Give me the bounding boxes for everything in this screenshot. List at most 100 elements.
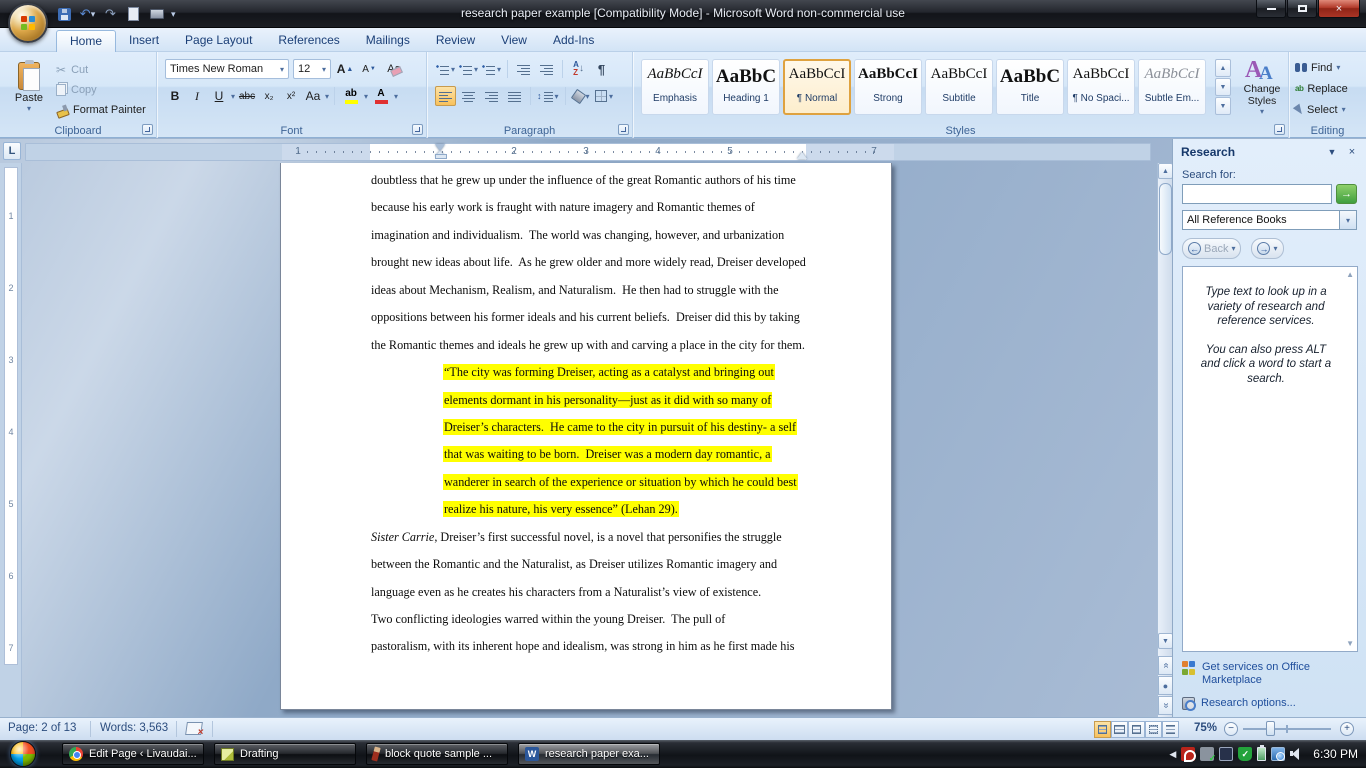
first-line-indent-marker[interactable] xyxy=(435,144,445,151)
decrease-indent-button[interactable] xyxy=(513,59,534,79)
highlighted-text[interactable]: Dreiser’s characters. He came to the cit… xyxy=(443,418,798,435)
font-dialog-launcher[interactable] xyxy=(412,124,423,135)
text-line[interactable]: Sister Carrie, Dreiser’s first successfu… xyxy=(371,530,807,557)
highlighted-text[interactable]: wanderer in search of the experience or … xyxy=(443,473,798,490)
quote-line[interactable]: Dreiser’s characters. He came to the cit… xyxy=(443,418,807,447)
text-line[interactable]: imagination and individualism. The world… xyxy=(371,228,807,255)
text-line[interactable]: between the Romantic and the Naturalist,… xyxy=(371,557,807,584)
paragraph-dialog-launcher[interactable] xyxy=(618,124,629,135)
ribbon-tab[interactable]: View xyxy=(488,30,540,52)
pane-close-icon[interactable]: × xyxy=(1344,144,1360,160)
zoom-out-button[interactable]: − xyxy=(1224,722,1238,736)
paste-dropdown-icon[interactable]: ▾ xyxy=(7,104,51,113)
multilevel-list-button[interactable]: ▾ xyxy=(481,59,502,79)
taskbar-button[interactable]: Drafting xyxy=(214,743,356,765)
font-family-combo[interactable]: Times New Roman ▾ xyxy=(165,59,289,79)
quick-print-icon[interactable] xyxy=(148,6,165,23)
styles-scroll-down-icon[interactable]: ▼ xyxy=(1215,78,1231,96)
word-count[interactable]: Words: 3,563 xyxy=(100,722,168,734)
style-tile[interactable]: AaBbC Title xyxy=(996,59,1064,115)
scroll-down-icon[interactable]: ▼ xyxy=(1158,633,1173,649)
style-tile[interactable]: AaBbCcI ¶ Normal xyxy=(783,59,851,115)
start-button[interactable] xyxy=(10,741,36,767)
print-layout-view-button[interactable] xyxy=(1094,721,1111,738)
underline-button[interactable]: U xyxy=(209,86,229,106)
office-button[interactable] xyxy=(8,3,48,43)
styles-dialog-launcher[interactable] xyxy=(1274,124,1285,135)
quote-line[interactable]: that was waiting to be born. Dreiser was… xyxy=(443,446,807,474)
minimize-button[interactable] xyxy=(1256,0,1286,18)
left-indent-marker[interactable] xyxy=(435,151,447,159)
format-painter-button[interactable]: Format Painter xyxy=(56,100,146,120)
quote-line[interactable]: elements dormant in his personality—just… xyxy=(443,391,807,420)
sort-button[interactable]: A Z ↓ xyxy=(568,59,589,79)
select-browse-object-button[interactable]: ● xyxy=(1158,676,1173,695)
taskbar-button[interactable]: W research paper exa... xyxy=(518,743,660,765)
horizontal-ruler[interactable]: 1 2 3 4 5 7 xyxy=(25,143,1151,161)
research-search-input[interactable] xyxy=(1182,184,1332,204)
text-line[interactable]: doubtless that he grew up under the infl… xyxy=(371,173,807,200)
italic-title[interactable]: Sister Carrie xyxy=(371,530,434,544)
battery-tray-icon[interactable] xyxy=(1257,745,1267,761)
scroll-up-icon[interactable]: ▲ xyxy=(1158,163,1173,179)
scrollbar-thumb[interactable] xyxy=(1159,183,1172,255)
right-indent-marker[interactable] xyxy=(797,152,807,159)
justify-button[interactable] xyxy=(504,86,525,106)
ribbon-tab[interactable]: Insert xyxy=(116,30,172,52)
style-tile[interactable]: AaBbC Heading 1 xyxy=(712,59,780,115)
maximize-button[interactable] xyxy=(1287,0,1317,18)
copy-button[interactable]: Copy xyxy=(56,80,146,100)
usb-device-tray-icon[interactable] xyxy=(1200,747,1216,764)
network-tray-icon[interactable] xyxy=(1271,747,1286,761)
replace-button[interactable]: ab Replace xyxy=(1289,78,1348,99)
style-tile[interactable]: AaBbCcI Emphasis xyxy=(641,59,709,115)
quote-line[interactable]: realize his nature, his very essence” (L… xyxy=(443,501,807,529)
vertical-scrollbar[interactable]: ▲ ▼ « ● » xyxy=(1157,163,1173,717)
ribbon-tab[interactable]: Review xyxy=(423,30,488,52)
ribbon-tab[interactable]: Page Layout xyxy=(172,30,265,52)
change-case-dropdown-icon[interactable]: ▾ xyxy=(325,92,329,101)
draft-view-button[interactable] xyxy=(1162,721,1179,738)
align-left-button[interactable] xyxy=(435,86,456,106)
grow-font-button[interactable]: A ▲ xyxy=(335,59,355,79)
text-line[interactable]: ideas about Mechanism, Realism, and Natu… xyxy=(371,283,807,310)
style-tile[interactable]: AaBbCcI Strong xyxy=(854,59,922,115)
back-dropdown-icon[interactable]: ▾ xyxy=(1231,244,1235,253)
previous-page-button[interactable]: « xyxy=(1158,656,1173,675)
ribbon-tab[interactable]: References xyxy=(265,30,352,52)
adobe-tray-icon[interactable] xyxy=(1181,747,1197,762)
forward-dropdown-icon[interactable]: ▾ xyxy=(1273,244,1277,253)
highlighted-text[interactable]: that was waiting to be born. Dreiser was… xyxy=(443,446,772,463)
zoom-slider-thumb[interactable] xyxy=(1266,721,1275,736)
paste-button[interactable]: Paste ▾ xyxy=(6,58,52,122)
italic-button[interactable]: I xyxy=(187,86,207,106)
highlighted-text[interactable]: elements dormant in his personality—just… xyxy=(443,391,773,408)
text-line[interactable]: because his early work is fraught with n… xyxy=(371,200,807,227)
box-scroll-down-icon[interactable]: ▼ xyxy=(1346,639,1354,648)
underline-dropdown-icon[interactable]: ▾ xyxy=(231,92,235,101)
strikethrough-button[interactable]: abc xyxy=(237,86,257,106)
font-color-button[interactable]: A xyxy=(370,86,392,106)
customize-qat-icon[interactable]: ▾ xyxy=(171,9,176,20)
save-icon[interactable] xyxy=(56,6,73,23)
change-styles-button[interactable]: AA Change Styles ▾ xyxy=(1237,57,1287,119)
text-line[interactable]: Two conflicting ideologies warred within… xyxy=(371,612,807,639)
back-button[interactable]: ← Back ▾ xyxy=(1182,238,1242,259)
vertical-ruler[interactable]: 1 2 3 4 5 6 7 xyxy=(0,163,22,717)
start-search-button[interactable]: → xyxy=(1336,184,1357,204)
quote-line[interactable]: wanderer in search of the experience or … xyxy=(443,473,807,502)
pane-menu-icon[interactable]: ▼ xyxy=(1324,144,1340,160)
zoom-in-button[interactable]: + xyxy=(1340,722,1354,736)
shading-button[interactable]: ▾ xyxy=(570,86,592,106)
shrink-font-button[interactable]: A ▼ xyxy=(359,59,379,79)
highlighted-text[interactable]: “The city was forming Dreiser, acting as… xyxy=(443,364,775,381)
quote-line[interactable]: “The city was forming Dreiser, acting as… xyxy=(443,364,807,392)
increase-indent-button[interactable] xyxy=(536,59,557,79)
clear-formatting-button[interactable]: Aa xyxy=(383,59,405,79)
text-line[interactable]: language even as he creates his characte… xyxy=(371,585,807,612)
reference-source-select[interactable]: All Reference Books ▾ xyxy=(1182,210,1357,230)
zoom-level[interactable]: 75% xyxy=(1194,722,1217,734)
forward-button[interactable]: → ▾ xyxy=(1251,238,1284,259)
align-center-button[interactable] xyxy=(458,86,479,106)
subscript-button[interactable]: x₂ xyxy=(259,86,279,106)
